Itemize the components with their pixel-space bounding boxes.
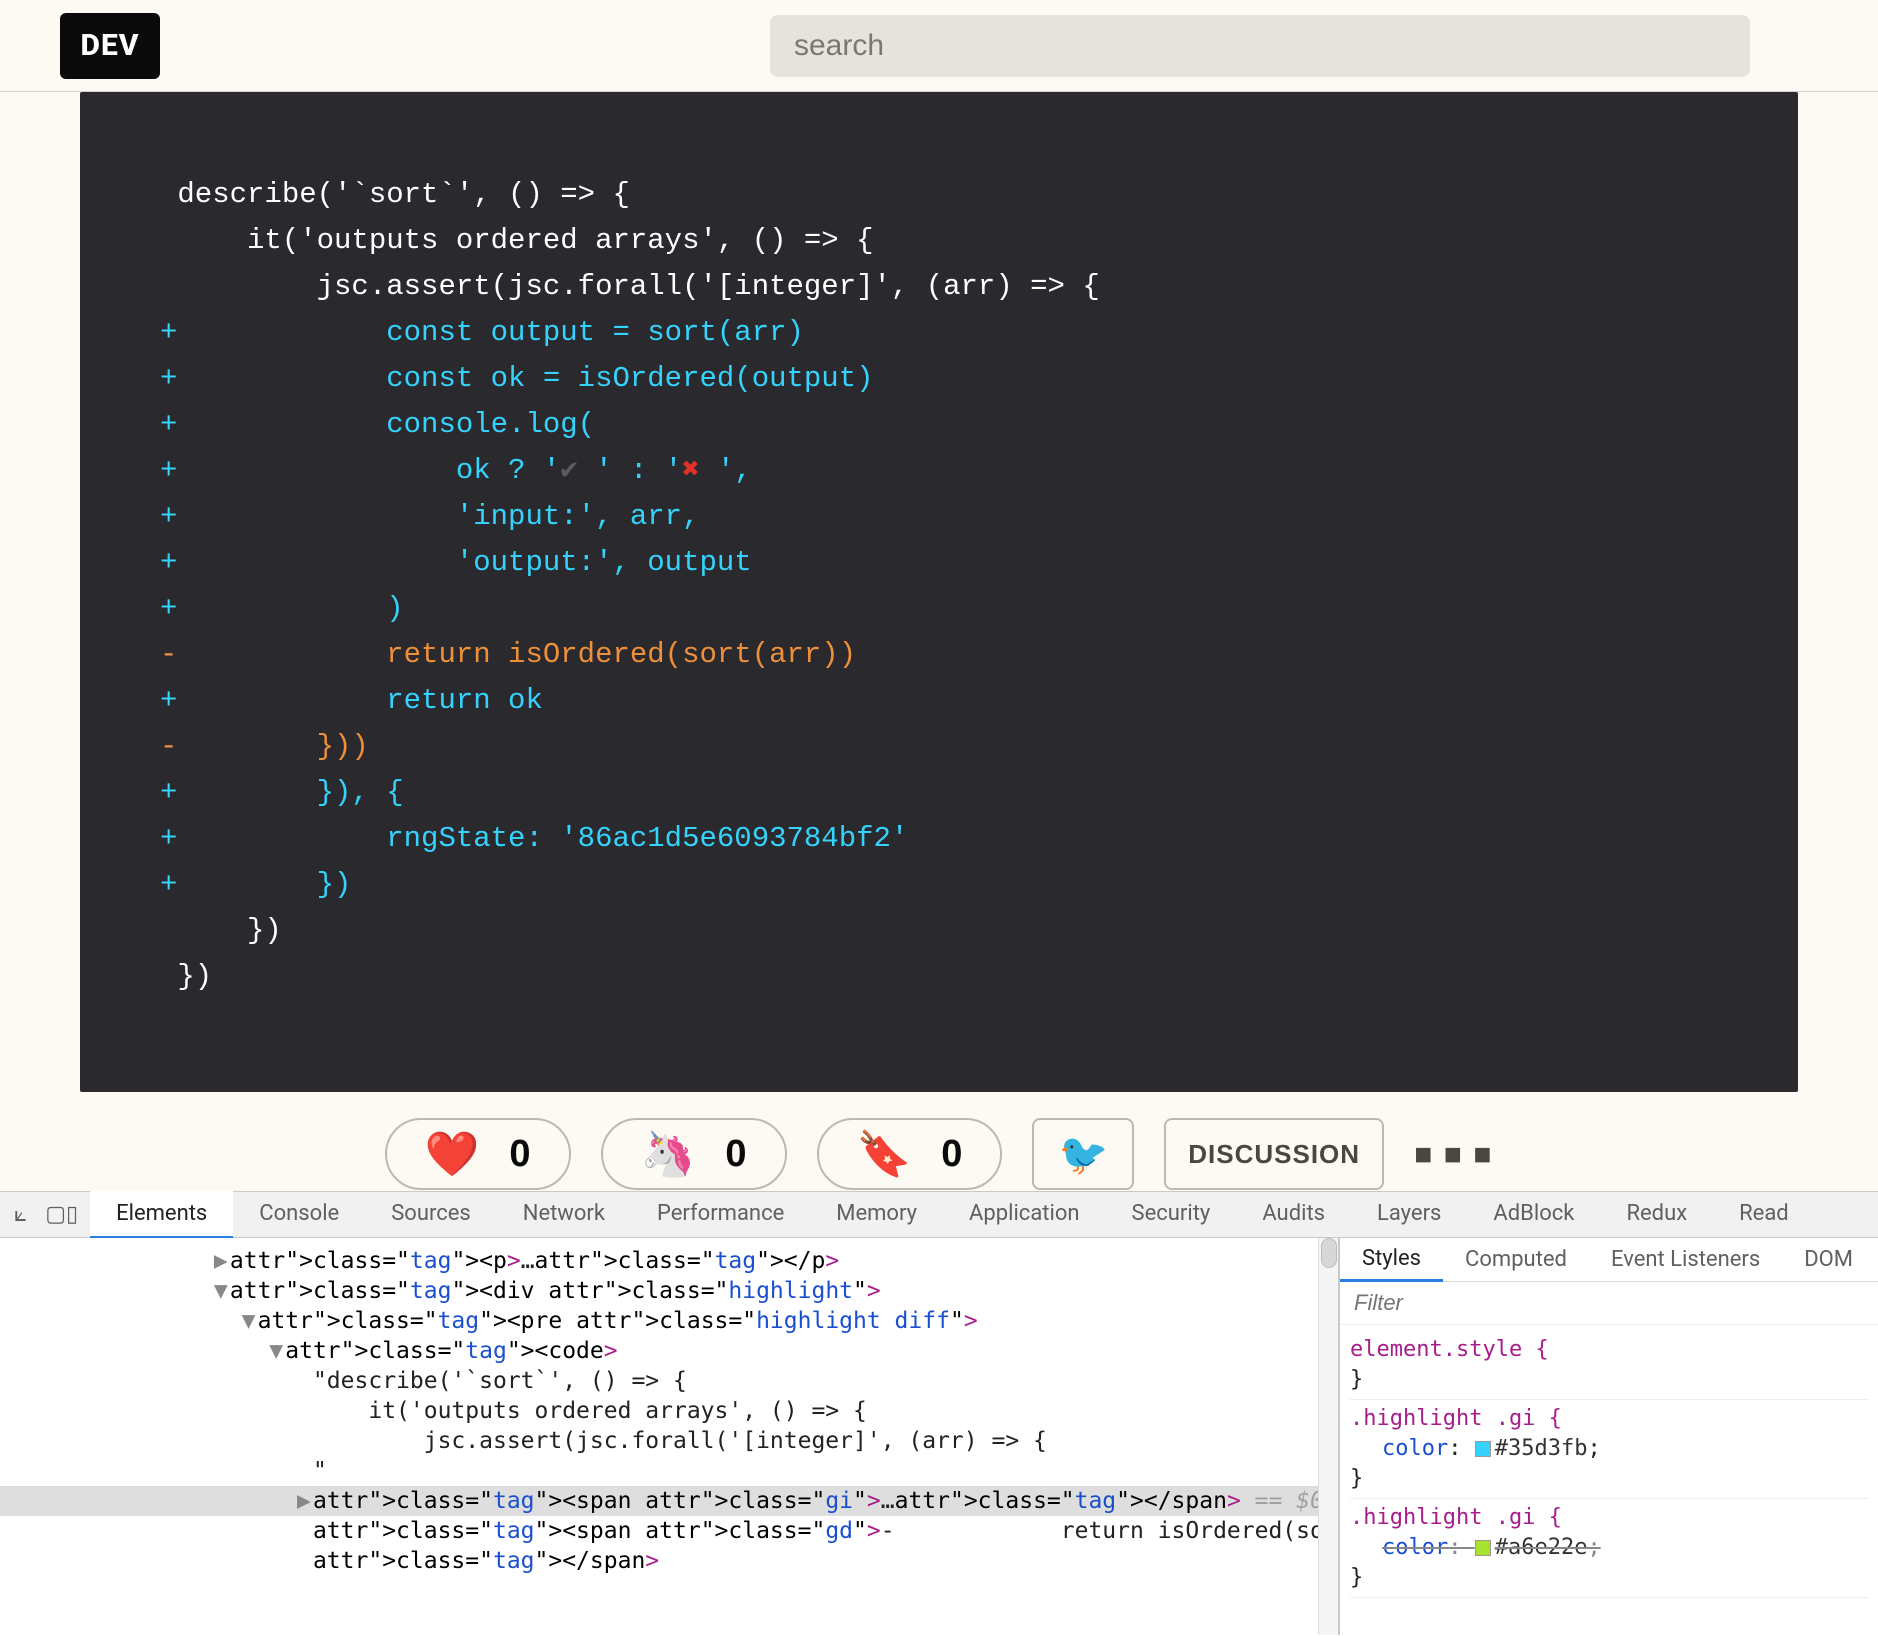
- devtools-tab-network[interactable]: Network: [497, 1191, 631, 1239]
- style-rule[interactable]: .highlight .gi {color: #a6e22e;}: [1350, 1499, 1868, 1598]
- top-nav: DEV: [0, 0, 1878, 92]
- code-line: - })): [160, 730, 369, 763]
- devtools-tab-security[interactable]: Security: [1106, 1191, 1237, 1239]
- code-line: + ): [160, 592, 404, 625]
- more-menu-button[interactable]: ■ ■ ■: [1414, 1137, 1493, 1172]
- twitter-share-button[interactable]: 🐦: [1032, 1118, 1134, 1190]
- devtools-tab-sources[interactable]: Sources: [365, 1191, 497, 1239]
- unicorn-icon: 🦄: [641, 1128, 696, 1180]
- bookmark-icon: 🔖: [857, 1128, 912, 1180]
- elements-row[interactable]: jsc.assert(jsc.forall('[integer]', (arr)…: [0, 1426, 1318, 1456]
- unicorn-reaction-button[interactable]: 🦄 0: [601, 1118, 787, 1190]
- reactions-bar: ❤️ 0 🦄 0 🔖 0 🐦 DISCUSSION ■ ■ ■: [0, 1109, 1878, 1191]
- discussion-label: DISCUSSION: [1188, 1139, 1360, 1170]
- devtools-tab-read[interactable]: Read: [1713, 1191, 1815, 1239]
- devtools-tab-redux[interactable]: Redux: [1600, 1191, 1713, 1239]
- inspect-icon[interactable]: ⟀: [14, 1202, 27, 1227]
- devtools-panel: ⟀ ▢▯ ElementsConsoleSourcesNetworkPerfor…: [0, 1191, 1878, 1635]
- code-line: + const ok = isOrdered(output): [160, 362, 874, 395]
- devtools-tab-elements[interactable]: Elements: [90, 1191, 233, 1239]
- code-line: + console.log(: [160, 408, 595, 441]
- code-line: + }): [160, 868, 351, 901]
- devtools-tabs: ⟀ ▢▯ ElementsConsoleSourcesNetworkPerfor…: [0, 1192, 1878, 1238]
- elements-row[interactable]: ▶attr">class="tag"><span attr">class="gi…: [0, 1486, 1318, 1516]
- heart-icon: ❤️: [425, 1128, 480, 1180]
- bookmark-count: 0: [941, 1133, 962, 1176]
- devtools-tab-console[interactable]: Console: [233, 1191, 365, 1239]
- code-line: jsc.assert(jsc.forall('[integer]', (arr)…: [160, 270, 1100, 303]
- elements-row[interactable]: ▶attr">class="tag"><p>…attr">class="tag"…: [0, 1246, 1318, 1276]
- code-line: }): [160, 914, 282, 947]
- elements-row[interactable]: ▼attr">class="tag"><pre attr">class="hig…: [0, 1306, 1318, 1336]
- code-block: describe('`sort`', () => { it('outputs o…: [80, 92, 1798, 1092]
- unicorn-count: 0: [725, 1133, 746, 1176]
- styles-filter-input[interactable]: [1340, 1282, 1878, 1324]
- styles-tab-styles[interactable]: Styles: [1340, 1238, 1443, 1282]
- elements-panel[interactable]: ▶attr">class="tag"><p>…attr">class="tag"…: [0, 1238, 1318, 1635]
- code-line: + rngState: '86ac1d5e6093784bf2': [160, 822, 908, 855]
- twitter-icon: 🐦: [1058, 1131, 1108, 1178]
- code-line: }): [160, 960, 212, 993]
- heart-reaction-button[interactable]: ❤️ 0: [385, 1118, 571, 1190]
- elements-row[interactable]: it('outputs ordered arrays', () => {: [0, 1396, 1318, 1426]
- heart-count: 0: [509, 1133, 530, 1176]
- devtools-tab-adblock[interactable]: AdBlock: [1467, 1191, 1600, 1239]
- code-line: describe('`sort`', () => {: [160, 178, 630, 211]
- search-wrapper: [770, 15, 1750, 77]
- styles-tab-event-listeners[interactable]: Event Listeners: [1589, 1239, 1782, 1280]
- style-rule[interactable]: .highlight .gi {color: #35d3fb;}: [1350, 1400, 1868, 1499]
- styles-panel: StylesComputedEvent ListenersDOM element…: [1338, 1238, 1878, 1635]
- style-rule[interactable]: element.style {}: [1350, 1331, 1868, 1400]
- device-toggle-icon[interactable]: ▢▯: [45, 1202, 78, 1227]
- devtools-tab-layers[interactable]: Layers: [1351, 1191, 1467, 1239]
- devtools-tab-audits[interactable]: Audits: [1236, 1191, 1351, 1239]
- code-line: + const output = sort(arr): [160, 316, 804, 349]
- elements-row[interactable]: attr">class="tag"></span>: [0, 1546, 1318, 1576]
- code-line: + return ok: [160, 684, 543, 717]
- elements-row[interactable]: ": [0, 1456, 1318, 1486]
- devtools-tab-memory[interactable]: Memory: [810, 1191, 943, 1239]
- dev-logo[interactable]: DEV: [60, 13, 160, 79]
- code-line: + ok ? '✔ ' : '✖ ',: [160, 454, 752, 487]
- elements-row[interactable]: ▼attr">class="tag"><code>: [0, 1336, 1318, 1366]
- styles-rules[interactable]: element.style {}.highlight .gi {color: #…: [1340, 1325, 1878, 1604]
- devtools-body: ▶attr">class="tag"><p>…attr">class="tag"…: [0, 1238, 1878, 1635]
- code-line: - return isOrdered(sort(arr)): [160, 638, 856, 671]
- elements-scrollbar[interactable]: [1318, 1238, 1338, 1635]
- elements-row[interactable]: "describe('`sort`', () => {: [0, 1366, 1318, 1396]
- devtools-tab-performance[interactable]: Performance: [631, 1191, 810, 1239]
- bookmark-reaction-button[interactable]: 🔖 0: [817, 1118, 1003, 1190]
- search-input[interactable]: [770, 15, 1750, 77]
- styles-tabs: StylesComputedEvent ListenersDOM: [1340, 1238, 1878, 1282]
- elements-row[interactable]: attr">class="tag"><span attr">class="gd"…: [0, 1516, 1318, 1546]
- code-line: + 'input:', arr,: [160, 500, 700, 533]
- discussion-button[interactable]: DISCUSSION: [1164, 1118, 1384, 1190]
- code-line: + }), {: [160, 776, 404, 809]
- article-wrapper: describe('`sort`', () => { it('outputs o…: [0, 92, 1878, 1109]
- code-line: it('outputs ordered arrays', () => {: [160, 224, 874, 257]
- styles-tab-computed[interactable]: Computed: [1443, 1239, 1589, 1280]
- code-line: + 'output:', output: [160, 546, 752, 579]
- elements-row[interactable]: ▼attr">class="tag"><div attr">class="hig…: [0, 1276, 1318, 1306]
- styles-tab-dom[interactable]: DOM: [1782, 1239, 1875, 1280]
- devtools-tab-application[interactable]: Application: [943, 1191, 1105, 1239]
